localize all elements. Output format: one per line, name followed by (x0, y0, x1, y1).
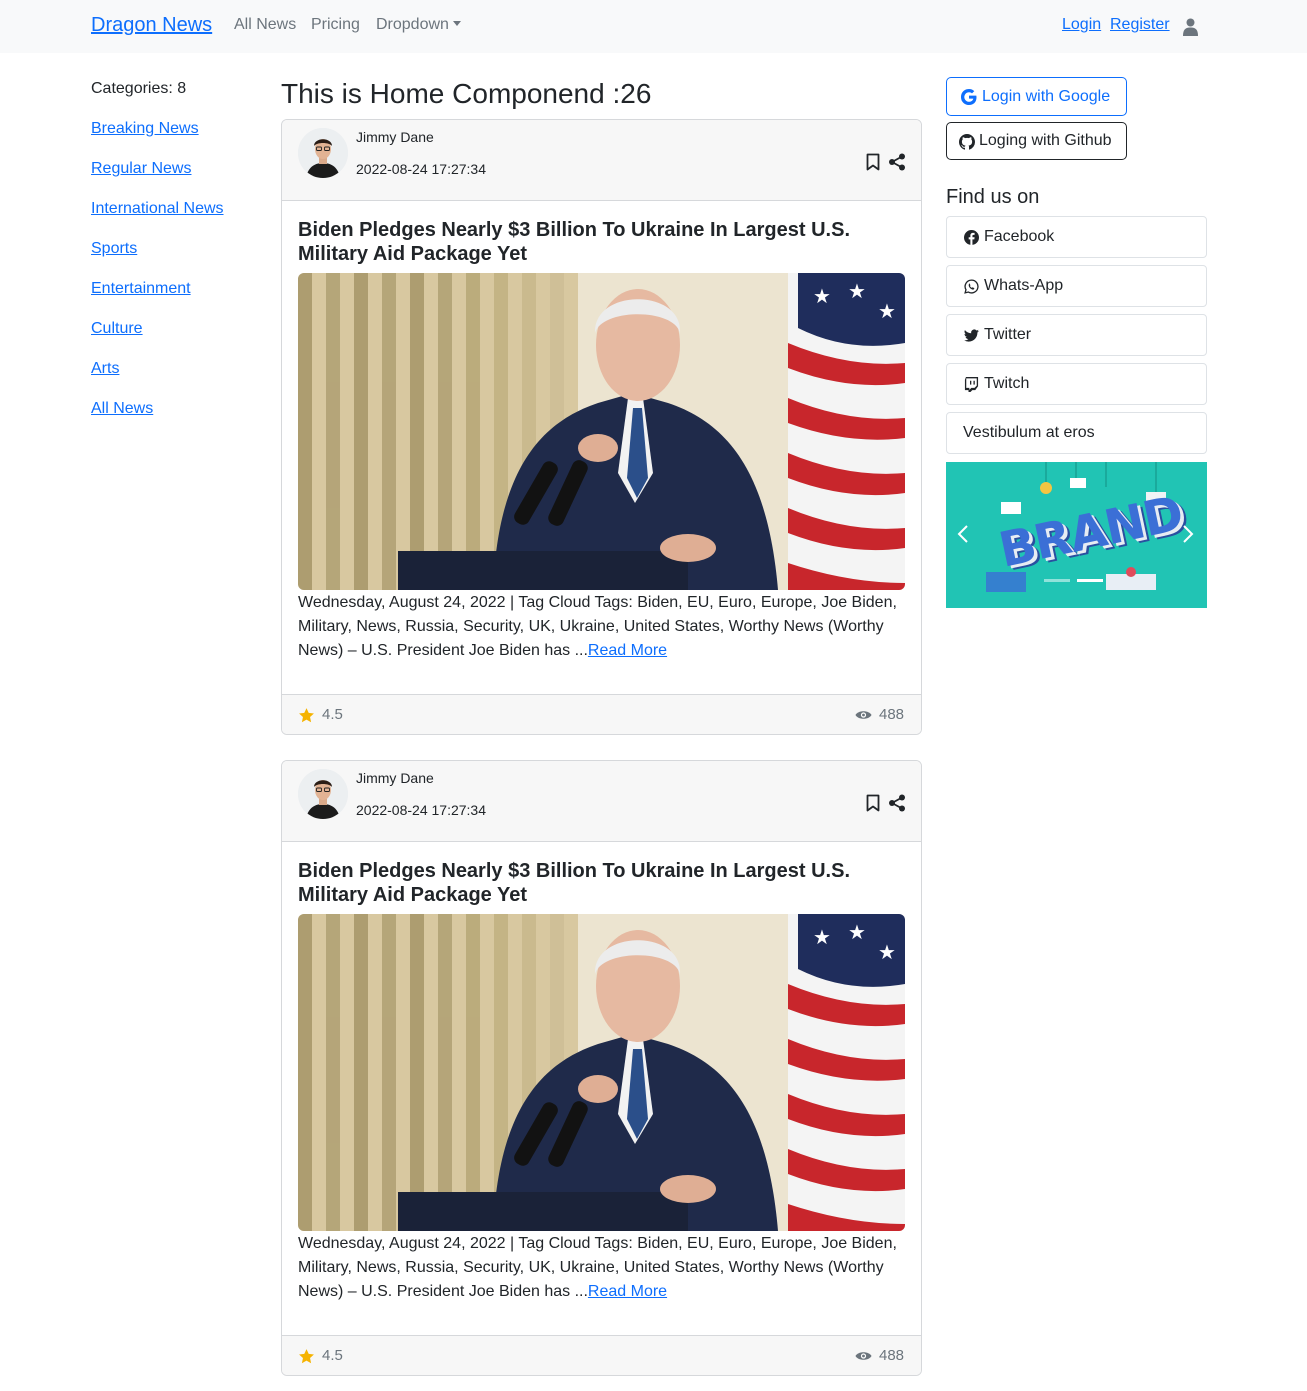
news-image: ★ ★ ★ (298, 273, 905, 590)
author-name: Jimmy Dane (356, 770, 434, 786)
card-header: Jimmy Dane 2022-08-24 17:27:34 (282, 761, 921, 842)
login-with-google-button[interactable]: Login with Google (946, 77, 1127, 116)
nav-all-news[interactable]: All News (234, 16, 296, 34)
news-excerpt: Wednesday, August 24, 2022 | Tag Cloud T… (298, 1232, 908, 1304)
eye-icon (855, 1352, 872, 1360)
svg-text:★: ★ (848, 281, 866, 303)
github-icon (959, 134, 975, 150)
list-item: Culture (91, 320, 224, 360)
card-footer: 4.5 488 (282, 1335, 921, 1375)
category-link-all-news[interactable]: All News (91, 400, 153, 417)
github-button-label: Loging with Github (979, 132, 1112, 149)
svg-text:★: ★ (813, 927, 831, 949)
social-link-twitch[interactable]: Twitch (946, 363, 1207, 405)
news-title: Biden Pledges Nearly $3 Billion To Ukrai… (298, 860, 851, 906)
login-with-github-button[interactable]: Loging with Github (946, 122, 1127, 160)
list-item: Entertainment (91, 280, 224, 320)
user-icon[interactable] (1183, 18, 1198, 36)
news-excerpt: Wednesday, August 24, 2022 | Tag Cloud T… (298, 591, 908, 663)
nav-dropdown-label: Dropdown (376, 16, 449, 33)
bookmark-icon[interactable] (866, 153, 880, 171)
star-icon (299, 1349, 314, 1364)
news-card: Jimmy Dane 2022-08-24 17:27:34 Biden Ple… (281, 119, 922, 735)
category-link-regular-news[interactable]: Regular News (91, 160, 191, 177)
caret-down-icon (452, 21, 461, 26)
category-link-arts[interactable]: Arts (91, 360, 119, 377)
category-link-entertainment[interactable]: Entertainment (91, 280, 191, 297)
publish-date: 2022-08-24 17:27:34 (356, 161, 486, 177)
categories-count: Categories: 8 (91, 80, 187, 97)
news-image: ★ ★ ★ (298, 914, 905, 1231)
share-icon[interactable] (888, 794, 906, 812)
social-label: Facebook (984, 228, 1055, 245)
bookmark-icon[interactable] (866, 794, 880, 812)
brand-link[interactable]: Dragon News (91, 14, 212, 37)
twitter-icon (964, 329, 979, 342)
rating-value: 4.5 (322, 1347, 343, 1364)
find-us-heading: Find us on (946, 186, 1040, 208)
carousel-next-icon[interactable] (1182, 524, 1194, 544)
brand-carousel: BRAND (946, 462, 1207, 608)
nav-pricing[interactable]: Pricing (311, 16, 360, 34)
social-label: Whats-App (984, 277, 1064, 294)
top-navbar: Dragon News All News Pricing Dropdown Lo… (0, 0, 1307, 53)
category-link-sports[interactable]: Sports (91, 240, 137, 257)
card-body: Biden Pledges Nearly $3 Billion To Ukrai… (282, 842, 921, 1335)
list-item: Sports (91, 240, 224, 280)
list-item: Regular News (91, 160, 224, 200)
login-link[interactable]: Login (1062, 16, 1101, 34)
google-button-label: Login with Google (982, 88, 1111, 105)
carousel-indicator[interactable] (1077, 579, 1103, 582)
social-link-facebook[interactable]: Facebook (946, 216, 1207, 258)
category-link-international-news[interactable]: International News (91, 200, 224, 217)
news-title: Biden Pledges Nearly $3 Billion To Ukrai… (298, 219, 851, 265)
news-card: Jimmy Dane 2022-08-24 17:27:34 Biden Ple… (281, 760, 922, 1376)
author-name: Jimmy Dane (356, 129, 434, 145)
whatsapp-icon (964, 279, 979, 294)
star-icon (299, 708, 314, 723)
nav-dropdown[interactable]: Dropdown (376, 16, 461, 34)
read-more-link[interactable]: Read More (588, 1283, 667, 1300)
view-count: 488 (879, 1347, 905, 1364)
list-item: Arts (91, 360, 224, 400)
category-link-breaking-news[interactable]: Breaking News (91, 120, 199, 137)
svg-text:★: ★ (813, 286, 831, 308)
social-link-whatsapp[interactable]: Whats-App (946, 265, 1207, 307)
social-label: Twitter (984, 326, 1032, 343)
svg-text:★: ★ (848, 922, 866, 944)
svg-text:★: ★ (878, 301, 896, 323)
card-body: Biden Pledges Nearly $3 Billion To Ukrai… (282, 201, 921, 694)
carousel-indicator[interactable] (1044, 579, 1070, 582)
share-icon[interactable] (888, 153, 906, 171)
category-list: Breaking News Regular News International… (91, 120, 224, 440)
read-more-link[interactable]: Read More (588, 642, 667, 659)
view-count: 488 (879, 706, 905, 723)
svg-text:★: ★ (878, 942, 896, 964)
facebook-icon (964, 230, 979, 245)
register-link[interactable]: Register (1110, 16, 1170, 34)
social-link-twitter[interactable]: Twitter (946, 314, 1207, 356)
author-avatar (298, 128, 348, 178)
card-footer: 4.5 488 (282, 694, 921, 734)
list-item: International News (91, 200, 224, 240)
social-link-vestibulum[interactable]: Vestibulum at eros (946, 412, 1207, 454)
rating-value: 4.5 (322, 706, 343, 723)
list-item: All News (91, 400, 224, 440)
social-label: Twitch (984, 375, 1030, 392)
category-link-culture[interactable]: Culture (91, 320, 143, 337)
carousel-prev-icon[interactable] (957, 524, 969, 544)
card-header: Jimmy Dane 2022-08-24 17:27:34 (282, 120, 921, 201)
author-avatar (298, 769, 348, 819)
list-item: Breaking News (91, 120, 224, 160)
publish-date: 2022-08-24 17:27:34 (356, 802, 486, 818)
twitch-icon (964, 377, 979, 392)
page-title: This is Home Componend :26 (281, 78, 652, 109)
google-icon (961, 89, 977, 105)
eye-icon (855, 711, 872, 719)
social-label: Vestibulum at eros (963, 424, 1095, 441)
